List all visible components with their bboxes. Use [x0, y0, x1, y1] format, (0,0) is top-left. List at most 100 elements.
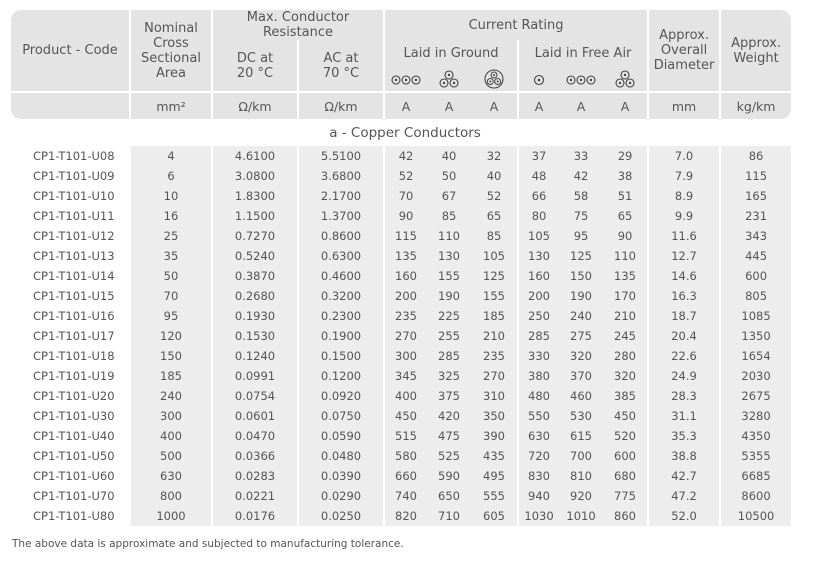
- cell-nominal-area: 1000: [129, 506, 211, 526]
- cell-ac-resistance: 0.2300: [297, 306, 384, 326]
- cell-product-code: CP1-T101-U60: [33, 469, 115, 483]
- cell-air-single: 830: [517, 466, 560, 486]
- cell-ac-resistance: 0.0590: [297, 426, 384, 446]
- cell-air-single: 105: [517, 226, 560, 246]
- cell-product-code: CP1-T101-U18: [33, 349, 115, 363]
- table-row: CP1-T101-U70 800 0.0221 0.0290 740 650 555 940 9…: [11, 486, 792, 506]
- cell-ground-bundled: 350: [471, 406, 518, 426]
- units-row: mm² Ω/km Ω/km A A A A A A mm kg/km: [11, 91, 792, 119]
- trefoil-bundled-icon: [484, 69, 504, 89]
- cell-air-single: 80: [517, 206, 560, 226]
- cell-ground-bundled: 65: [471, 206, 518, 226]
- cell-ac-resistance: 0.0290: [297, 486, 384, 506]
- table-row: CP1-T101-U20 240 0.0754 0.0920 400 375 310 480 4…: [11, 386, 792, 406]
- cell-product-code: CP1-T101-U40: [33, 429, 115, 443]
- cell-product-code: CP1-T101-U17: [33, 329, 115, 343]
- trefoil-flat-icon: [566, 74, 596, 85]
- cell-diameter: 11.6: [647, 226, 720, 246]
- cell-air-trefoil: 170: [603, 286, 648, 306]
- cell-nominal-area: 120: [129, 326, 211, 346]
- cell-ground-bundled: 185: [471, 306, 518, 326]
- unit-cell: A: [427, 91, 472, 119]
- cell-air-single: 630: [517, 426, 560, 446]
- cell-ac-resistance: 0.6300: [297, 246, 384, 266]
- cell-ground-trefoil: 475: [427, 426, 472, 446]
- cell-ground-bundled: 605: [471, 506, 518, 526]
- cell-ground-trefoil: 110: [427, 226, 472, 246]
- cell-weight: 445: [719, 246, 792, 266]
- cell-weight: 3280: [719, 406, 792, 426]
- cell-air-trefoil: 38: [603, 166, 648, 186]
- cell-ground-flat: 90: [383, 206, 428, 226]
- cell-air-flat: 190: [559, 286, 604, 306]
- cell-weight: 4350: [719, 426, 792, 446]
- cell-air-single: 330: [517, 346, 560, 366]
- cell-air-single: 1030: [517, 506, 560, 526]
- unit-cell: A: [559, 91, 604, 119]
- cell-nominal-area: 70: [129, 286, 211, 306]
- cell-product-code: CP1-T101-U14: [33, 269, 115, 283]
- unit-cell-empty: [11, 91, 129, 119]
- table-row: CP1-T101-U12 25 0.7270 0.8600 115 110 85 105 95 9…: [11, 226, 792, 246]
- table-body: a - Copper Conductors CP1-T101-U08 4 4.610…: [11, 119, 792, 526]
- cable-data-table-container: Product - Code Nominal Cross Sectional A…: [11, 10, 792, 526]
- cell-ground-flat: 70: [383, 186, 428, 206]
- table-row: CP1-T101-U18 150 0.1240 0.1500 300 285 235 330 3…: [11, 346, 792, 366]
- cell-air-single: 550: [517, 406, 560, 426]
- cell-ground-flat: 235: [383, 306, 428, 326]
- cell-ground-flat: 200: [383, 286, 428, 306]
- cell-air-flat: 615: [559, 426, 604, 446]
- cell-ground-flat: 345: [383, 366, 428, 386]
- cell-diameter: 12.7: [647, 246, 720, 266]
- cell-ground-flat: 820: [383, 506, 428, 526]
- cell-ac-resistance: 0.0750: [297, 406, 384, 426]
- cell-ground-bundled: 310: [471, 386, 518, 406]
- cell-air-trefoil: 450: [603, 406, 648, 426]
- cell-dc-resistance: 1.1500: [211, 206, 297, 226]
- trefoil-flat-icon: [391, 74, 421, 85]
- cell-ground-bundled: 105: [471, 246, 518, 266]
- cell-dc-resistance: 0.0283: [211, 466, 297, 486]
- cell-nominal-area: 50: [129, 266, 211, 286]
- trefoil-touching-icon: [439, 70, 459, 88]
- cell-ground-trefoil: 225: [427, 306, 472, 326]
- cell-diameter: 35.3: [647, 426, 720, 446]
- cell-ac-resistance: 0.0480: [297, 446, 384, 466]
- cell-air-single: 130: [517, 246, 560, 266]
- cell-ground-trefoil: 285: [427, 346, 472, 366]
- cell-product-code: CP1-T101-U13: [33, 249, 115, 263]
- cell-nominal-area: 800: [129, 486, 211, 506]
- cell-air-flat: 700: [559, 446, 604, 466]
- cell-nominal-area: 240: [129, 386, 211, 406]
- cell-ac-resistance: 0.0250: [297, 506, 384, 526]
- cell-ground-flat: 400: [383, 386, 428, 406]
- cell-dc-resistance: 0.0366: [211, 446, 297, 466]
- cell-nominal-area: 35: [129, 246, 211, 266]
- footnote: The above data is approximate and subjec…: [12, 538, 404, 550]
- cell-air-trefoil: 520: [603, 426, 648, 446]
- install-icon-cell: [471, 67, 518, 91]
- table-row: CP1-T101-U08 4 4.6100 5.5100 42 40 32 37 33 29 7.0…: [11, 146, 792, 166]
- cell-ground-trefoil: 650: [427, 486, 472, 506]
- header-laid-air: Laid in Free Air: [517, 40, 648, 67]
- cell-air-flat: 370: [559, 366, 604, 386]
- cell-weight: 2675: [719, 386, 792, 406]
- cell-air-flat: 150: [559, 266, 604, 286]
- cell-ac-resistance: 0.3200: [297, 286, 384, 306]
- cell-dc-resistance: 0.1240: [211, 346, 297, 366]
- cell-weight: 600: [719, 266, 792, 286]
- cell-air-single: 480: [517, 386, 560, 406]
- cell-air-trefoil: 90: [603, 226, 648, 246]
- cell-nominal-area: 400: [129, 426, 211, 446]
- cell-air-trefoil: 210: [603, 306, 648, 326]
- cell-air-single: 285: [517, 326, 560, 346]
- cell-nominal-area: 95: [129, 306, 211, 326]
- table-row: CP1-T101-U15 70 0.2680 0.3200 200 190 155 200 19…: [11, 286, 792, 306]
- cell-ac-resistance: 1.3700: [297, 206, 384, 226]
- cell-ac-resistance: 0.0390: [297, 466, 384, 486]
- cell-ground-trefoil: 85: [427, 206, 472, 226]
- cell-dc-resistance: 0.0754: [211, 386, 297, 406]
- cell-ground-flat: 740: [383, 486, 428, 506]
- cell-ground-trefoil: 420: [427, 406, 472, 426]
- table-row: CP1-T101-U50 500 0.0366 0.0480 580 525 435 720 7…: [11, 446, 792, 466]
